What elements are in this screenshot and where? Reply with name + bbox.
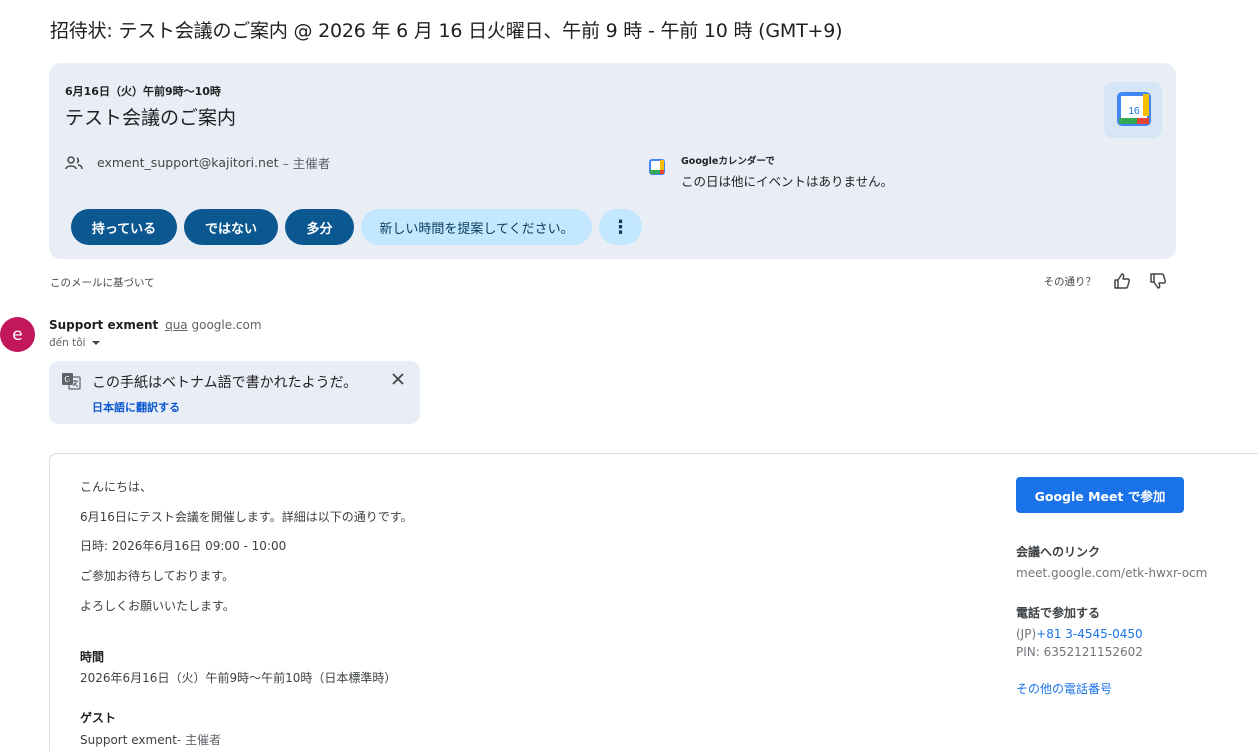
sender-line: Support exment qua google.com: [49, 318, 262, 332]
gcal-heading: Googleカレンダーで: [681, 156, 775, 167]
meeting-link-url[interactable]: meet.google.com/etk-hwxr-ocm: [1016, 566, 1207, 580]
body-line: 6月16日にテスト会議を開催します。詳細は以下の通りです。: [80, 509, 413, 524]
organizer-row: exment_support@kajitori.net – 主催者: [65, 153, 330, 172]
sender-avatar[interactable]: e: [0, 317, 35, 352]
guests-heading: ゲスト: [80, 711, 117, 725]
rsvp-no-button[interactable]: ではない: [184, 209, 278, 245]
body-line: よろしくお願いいたします。: [80, 598, 235, 613]
propose-new-time-button[interactable]: 新しい時間を提案してください。: [361, 209, 592, 245]
rsvp-yes-button[interactable]: 持っている: [71, 209, 177, 245]
email-body-text: こんにちは、 6月16日にテスト会議を開催します。詳細は以下の通りです。 日時:…: [80, 478, 413, 626]
organizer-role: – 主催者: [282, 156, 331, 171]
translate-icon: G: [62, 373, 81, 390]
google-calendar-icon: [649, 159, 665, 175]
join-by-phone-heading: 電話で参加する: [1016, 606, 1101, 620]
thumbs-up-icon[interactable]: [1112, 271, 1132, 291]
google-calendar-logo-icon: 16: [1104, 82, 1162, 138]
body-line: こんにちは、: [80, 480, 153, 494]
sender-via[interactable]: qua: [165, 318, 188, 332]
invite-card: 6月16日（火）午前9時〜10時 テスト会議のご案内 16 exment_sup…: [49, 63, 1176, 259]
email-body-card: こんにちは、 6月16日にテスト会議を開催します。詳細は以下の通りです。 日時:…: [49, 453, 1258, 751]
thumbs-down-icon[interactable]: [1148, 271, 1168, 291]
recipient-label: đến tôi: [49, 337, 86, 349]
calendar-day-number: 16: [1128, 106, 1140, 117]
calendar-availability: Googleカレンダーで この日は他にイベントはありません。: [649, 153, 893, 190]
guest-role: - 主催者: [176, 733, 222, 747]
meeting-pin: PIN: 6352121152602: [1016, 645, 1143, 659]
more-phone-numbers-link[interactable]: その他の電話番号: [1016, 680, 1112, 697]
sender-name[interactable]: Support exment: [49, 318, 158, 332]
time-value: 2026年6月16日（火）午前9時〜午前10時（日本標準時）: [80, 671, 397, 685]
phone-number-link[interactable]: +81 3-4545-0450: [1036, 627, 1143, 641]
translate-banner: G この手紙はベトナム語で書かれたようだ。 日本語に翻訳する: [49, 361, 420, 424]
translate-to-japanese-link[interactable]: 日本語に翻訳する: [92, 399, 180, 415]
feedback-row: その通り？: [1044, 271, 1169, 291]
guest-name[interactable]: Support exment: [80, 733, 177, 747]
invite-date: 6月16日（火）午前9時〜10時: [65, 85, 221, 98]
recipient-dropdown[interactable]: đến tôi: [49, 337, 100, 349]
feedback-question: その通り？: [1043, 275, 1097, 288]
svg-text:G: G: [64, 375, 70, 384]
sender-domain: google.com: [191, 318, 262, 332]
phone-number-row: (JP)+81 3-4545-0450: [1016, 627, 1143, 641]
organizer-email: exment_support@kajitori.net: [97, 155, 279, 170]
invite-title: テスト会議のご案内: [65, 107, 237, 129]
rsvp-buttons: 持っている ではない 多分 新しい時間を提案してください。 ⋮: [71, 209, 642, 245]
translate-message: この手紙はベトナム語で書かれたようだ。: [92, 375, 358, 391]
rsvp-maybe-button[interactable]: 多分: [285, 209, 354, 245]
body-line: 日時: 2026年6月16日 09:00 - 10:00: [80, 539, 287, 554]
people-icon: [65, 155, 83, 169]
meeting-link-heading: 会議へのリンク: [1016, 545, 1101, 559]
chevron-down-icon: [91, 341, 100, 345]
phone-country: (JP): [1016, 627, 1037, 641]
more-options-icon[interactable]: ⋮: [599, 209, 642, 245]
email-subject: 招待状: テスト会議のご案内 @ 2026 年 6 月 16 日火曜日、午前 9…: [50, 20, 843, 42]
guest-entry: Support exment- 主催者: [80, 731, 221, 748]
join-google-meet-button[interactable]: Google Meet で参加: [1016, 477, 1184, 513]
body-line: ご参加お待ちしております。: [80, 569, 235, 584]
gcal-status: この日は他にイベントはありません。: [681, 174, 894, 189]
close-icon[interactable]: [390, 371, 406, 387]
time-heading: 時間: [80, 650, 105, 664]
based-on-email-label: このメールに基づいて: [50, 277, 155, 289]
